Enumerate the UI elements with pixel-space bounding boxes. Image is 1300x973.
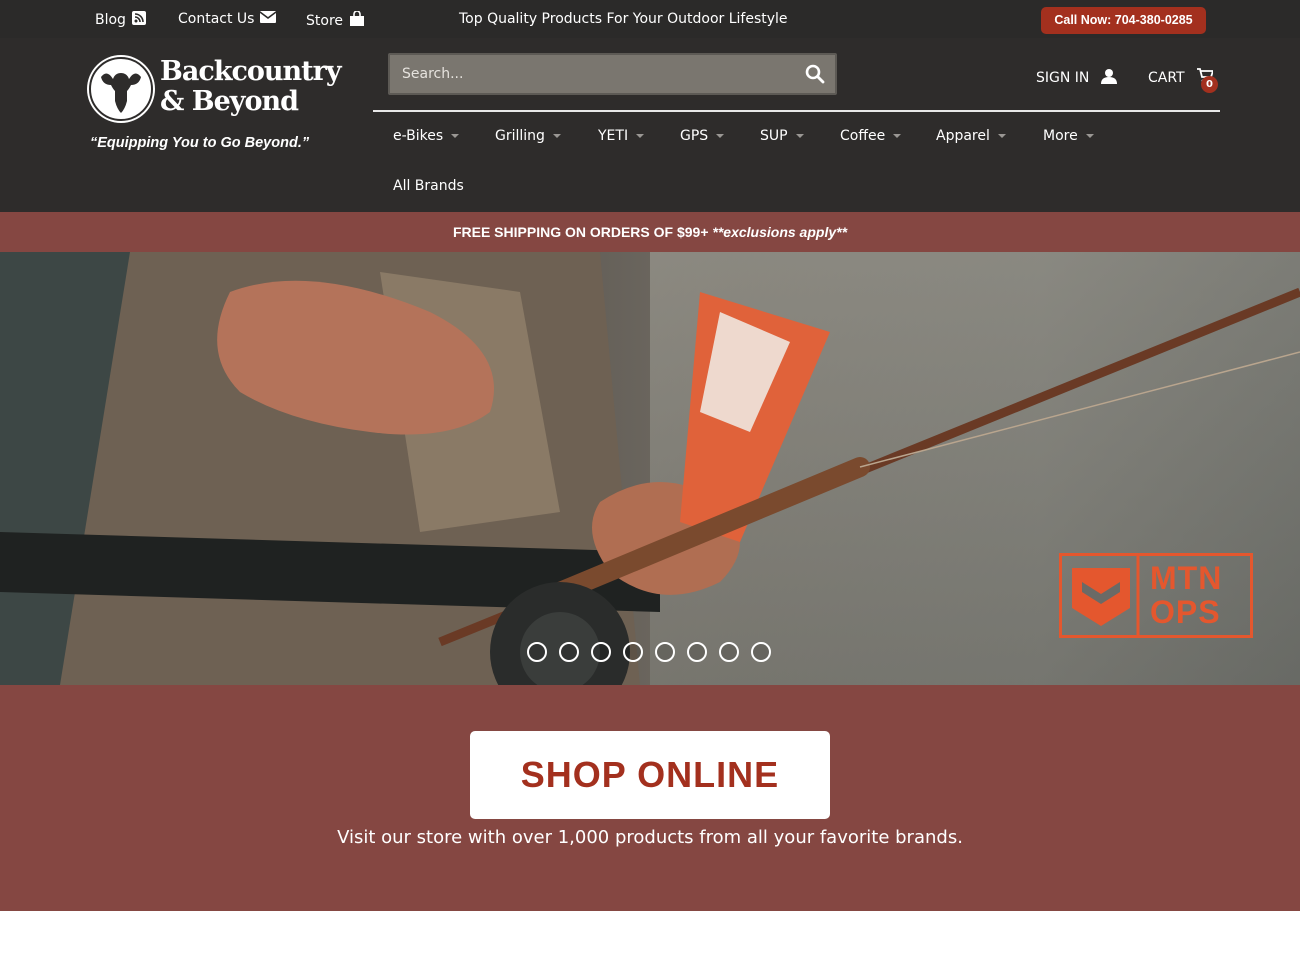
nav-item-grilling[interactable]: Grilling [495,128,561,144]
nav-label: Grilling [495,128,545,144]
nav-item-yeti[interactable]: YETI [598,128,645,144]
moose-icon [87,55,155,123]
user-icon [1101,68,1118,88]
nav-item-coffee[interactable]: Coffee [840,128,902,144]
nav-label: More [1043,128,1078,144]
carousel-dot-8[interactable] [751,642,771,662]
contact-us-link[interactable]: Contact Us [178,11,277,27]
chevron-down-icon [636,134,645,138]
nav-label: All Brands [393,178,464,194]
chevron-down-icon [1085,134,1094,138]
search-input[interactable] [400,55,780,93]
top-bar: Blog Contact Us Store Top Quality Produc… [0,0,1300,38]
shipping-text: FREE SHIPPING ON ORDERS OF $99+ [452,224,713,240]
nav-item-sup[interactable]: SUP [760,128,804,144]
nav-label: GPS [680,128,709,144]
carousel-indicators [527,642,771,662]
store-link[interactable]: Store [306,10,365,30]
nav-label: Coffee [840,128,886,144]
carousel-dot-5[interactable] [655,642,675,662]
nav-label: e-Bikes [393,128,444,144]
envelope-icon [260,11,277,27]
search-bar [388,53,837,95]
carousel-dot-1[interactable] [527,642,547,662]
mtn-text: MTN [1150,560,1223,596]
search-icon[interactable] [805,64,825,84]
ops-text: OPS [1150,594,1221,630]
chevron-down-icon [893,134,902,138]
contact-label: Contact Us [178,11,255,27]
cart-count-badge: 0 [1201,76,1218,93]
shipping-note: **exclusions apply** [712,224,848,240]
sign-in-label: SIGN IN [1036,70,1090,86]
chevron-down-icon [451,134,460,138]
carousel-dot-2[interactable] [559,642,579,662]
shop-online-button[interactable]: SHOP ONLINE [470,731,830,819]
nav-item-apparel[interactable]: Apparel [936,128,1006,144]
shopping-bag-icon [349,10,365,30]
cart-label: CART [1148,69,1185,86]
slogan: “Equipping You to Go Beyond.” [90,135,310,151]
logo-line-2: & Beyond [160,86,299,117]
nav-label: YETI [598,128,629,144]
mtn-ops-logo: MTN OPS [1059,553,1253,638]
tagline: Top Quality Products For Your Outdoor Li… [459,11,788,27]
shop-online-section: SHOP ONLINE Visit our store with over 1,… [0,685,1300,911]
call-now-button[interactable]: Call Now: 704-380-0285 [1041,7,1206,34]
mtn-ops-emblem-icon [1072,556,1140,635]
rss-icon [131,11,146,29]
carousel-dot-3[interactable] [591,642,611,662]
chevron-down-icon [552,134,561,138]
mtn-ops-wordmark: MTN OPS [1150,561,1222,629]
nav-item-more[interactable]: More [1043,128,1094,144]
nav-item-all-brands[interactable]: All Brands [393,178,464,194]
nav-item-gps[interactable]: GPS [680,128,725,144]
carousel-dot-7[interactable] [719,642,739,662]
free-shipping-banner: FREE SHIPPING ON ORDERS OF $99+ **exclus… [0,212,1300,252]
blog-link[interactable]: Blog [95,11,146,29]
carousel-dot-6[interactable] [687,642,707,662]
chevron-down-icon [716,134,725,138]
store-label: Store [306,12,344,29]
sign-in-link[interactable]: SIGN IN [1036,68,1118,88]
blog-label: Blog [95,12,126,28]
nav-item-e-bikes[interactable]: e-Bikes [393,128,460,144]
nav-label: Apparel [936,128,990,144]
shop-subtitle: Visit our store with over 1,000 products… [337,827,963,848]
nav-divider [373,110,1220,112]
site-header: Backcountry & Beyond “Equipping You to G… [0,38,1300,212]
chevron-down-icon [795,134,804,138]
hero-carousel[interactable]: MTN OPS [0,252,1300,685]
nav-label: SUP [760,128,788,144]
logo-line-1: Backcountry [160,56,342,87]
logo-wordmark: Backcountry & Beyond [160,56,342,117]
chevron-down-icon [997,134,1006,138]
carousel-dot-4[interactable] [623,642,643,662]
